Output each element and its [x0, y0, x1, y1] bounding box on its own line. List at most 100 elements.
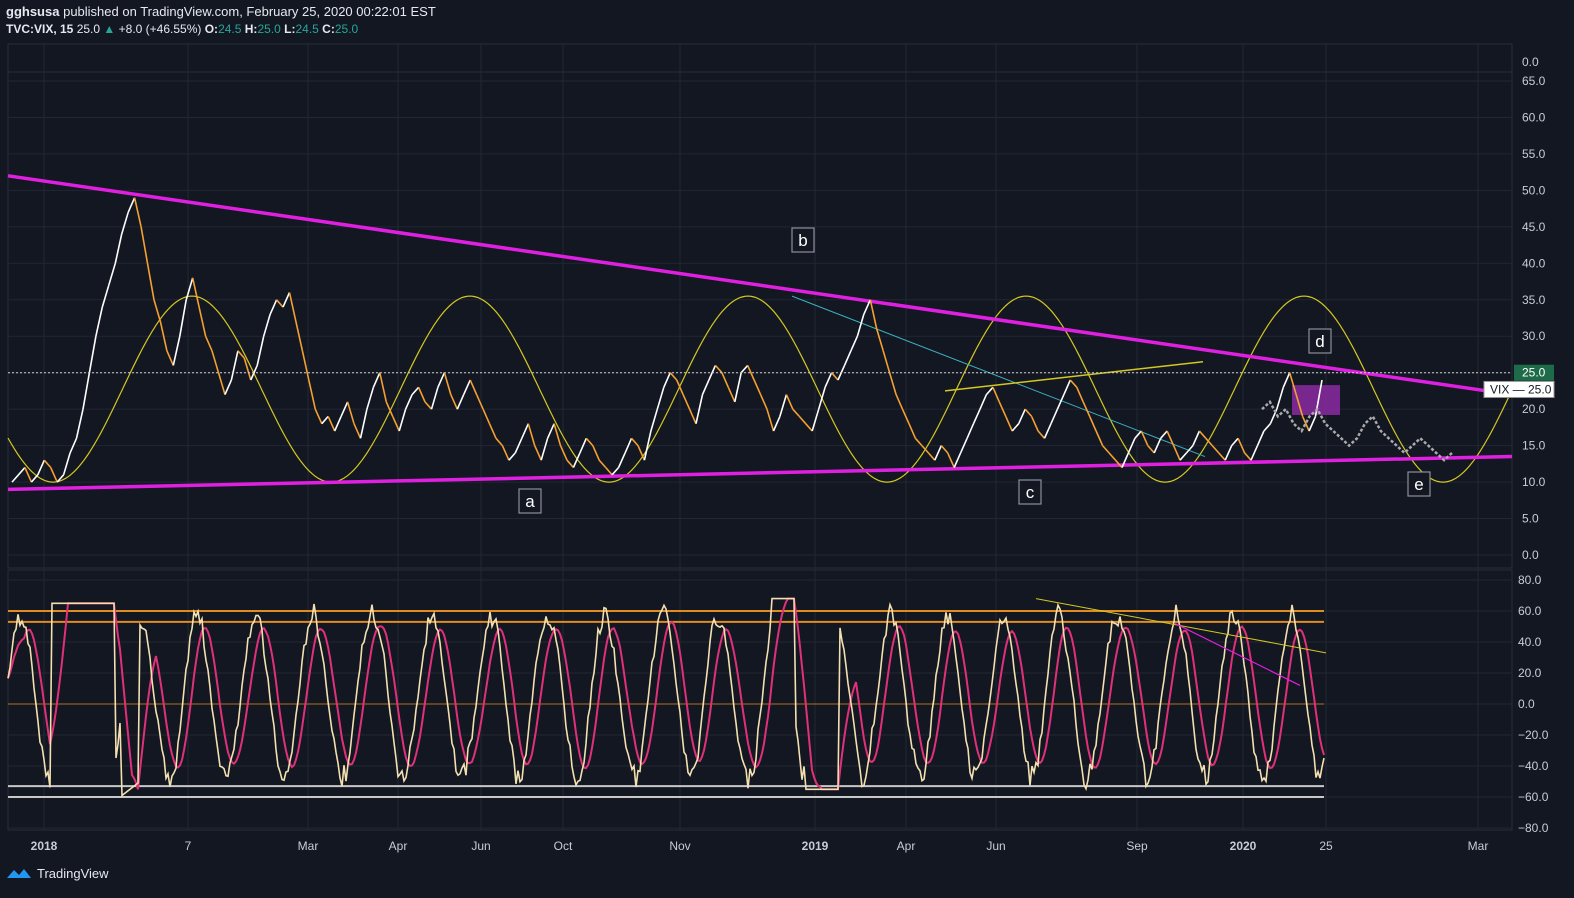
- price-segment: [120, 212, 129, 235]
- wave-label-d: d: [1315, 332, 1324, 351]
- price-segment: [1043, 423, 1052, 439]
- price-segment: [172, 336, 181, 366]
- trendline-upper: [7, 174, 1513, 397]
- price-segment: [972, 408, 981, 425]
- price-segment: [1147, 445, 1155, 454]
- price-segment: [88, 336, 97, 373]
- price-segment: [166, 350, 175, 366]
- price-segment: [43, 459, 52, 469]
- price-segment: [882, 350, 891, 373]
- price-segment: [553, 423, 562, 446]
- price-segment: [482, 408, 491, 425]
- price-segment: [734, 372, 742, 403]
- price-segment: [527, 423, 536, 446]
- price-segment: [824, 372, 833, 388]
- osc-tick-label: 80.0: [1518, 573, 1542, 587]
- price-segment: [617, 452, 626, 468]
- price-segment: [1030, 416, 1039, 432]
- price-segment: [462, 379, 471, 395]
- price-segment: [1198, 430, 1207, 439]
- price-segment: [663, 372, 671, 388]
- osc-tick-label: 20.0: [1518, 666, 1542, 680]
- price-segment: [1050, 408, 1059, 425]
- time-tick-label: 25: [1319, 839, 1333, 853]
- price-segment: [875, 328, 884, 352]
- osc-tick-label: −60.0: [1518, 790, 1549, 804]
- price-segment: [934, 445, 943, 461]
- osc-tick-label: 40.0: [1518, 635, 1542, 649]
- price-segment: [908, 423, 917, 439]
- price-segment: [1243, 452, 1252, 461]
- price-segment: [985, 386, 994, 396]
- price-segment: [133, 197, 142, 227]
- price-segment: [540, 438, 549, 461]
- time-tick-label: Mar: [298, 839, 319, 853]
- price-segment: [288, 292, 297, 322]
- price-segment: [269, 299, 278, 315]
- price-segment: [1005, 416, 1013, 432]
- price-segment: [1250, 445, 1259, 461]
- price-segment: [611, 466, 620, 476]
- price-segment: [49, 467, 58, 483]
- price-tick-label: 0.0: [1522, 548, 1539, 562]
- price-segment: [701, 379, 710, 395]
- price-segment: [146, 263, 155, 300]
- price-segment: [262, 314, 271, 337]
- time-tick-label: Jun: [986, 839, 1005, 853]
- price-tick-label: 30.0: [1522, 329, 1546, 343]
- osc-tick-label: −80.0: [1518, 821, 1549, 835]
- price-segment: [11, 474, 20, 483]
- price-segment: [753, 379, 762, 395]
- price-segment: [1218, 452, 1226, 461]
- axes: 0.0 5.0 10.0 15.0 20.0 25.0 30.0 35.0 40.0 45.0 50…: [31, 55, 1555, 853]
- price-top-tick-label: 0.0: [1522, 55, 1539, 69]
- price-segment: [321, 415, 329, 425]
- price-segment: [1179, 452, 1188, 461]
- price-pane-frame: [7, 43, 1513, 569]
- osc-tick-label: 0.0: [1518, 697, 1535, 711]
- tradingview-footer[interactable]: TradingView: [6, 866, 109, 881]
- price-segment: [766, 408, 775, 432]
- price-segment: [888, 372, 897, 395]
- price-segment: [211, 350, 220, 373]
- price-segment: [30, 474, 39, 483]
- price-tick-label: 20.0: [1522, 402, 1546, 416]
- stoch-d-line: [7, 597, 1325, 791]
- wave-label-e: e: [1414, 475, 1423, 494]
- price-segment: [488, 423, 497, 439]
- price-segment: [592, 445, 600, 461]
- price-segment: [630, 437, 639, 447]
- price-segment: [398, 408, 407, 432]
- oscillator-pane[interactable]: [7, 597, 1327, 798]
- time-tick-label: Sep: [1126, 839, 1148, 853]
- price-segment: [1231, 437, 1239, 447]
- price-segment: [566, 459, 575, 469]
- price-segment: [1063, 379, 1072, 395]
- price-segment: [95, 306, 104, 337]
- oscillator-pane-frame: [7, 569, 1513, 831]
- price-segment: [914, 437, 923, 447]
- price-segment: [605, 466, 613, 476]
- chart-canvas[interactable]: a b c d e 0.0 5.0 10.0 15.0 20.0 25.0 30.0 35.0 40.0…: [0, 0, 1574, 898]
- price-segment: [75, 409, 84, 439]
- price-segment: [204, 335, 213, 352]
- price-segment: [772, 416, 781, 432]
- price-segment: [1211, 445, 1220, 454]
- price-tick-label: 45.0: [1522, 220, 1546, 234]
- osc-tick-label: −20.0: [1518, 728, 1549, 742]
- price-segment: [359, 409, 368, 439]
- price-segment: [1017, 408, 1026, 425]
- tradingview-logo-icon: [7, 868, 31, 878]
- time-tick-label: 7: [185, 839, 192, 853]
- price-segment: [1301, 416, 1310, 432]
- price-tick-label: 60.0: [1522, 110, 1546, 124]
- price-segment: [727, 386, 736, 403]
- price-segment: [953, 452, 962, 468]
- price-segment: [456, 394, 465, 410]
- price-segment: [682, 394, 691, 410]
- projection-path: [1261, 399, 1453, 462]
- price-segment: [17, 466, 26, 476]
- price-segment: [1192, 430, 1201, 446]
- time-tick-label: Apr: [389, 839, 408, 853]
- price-segment: [1095, 430, 1104, 446]
